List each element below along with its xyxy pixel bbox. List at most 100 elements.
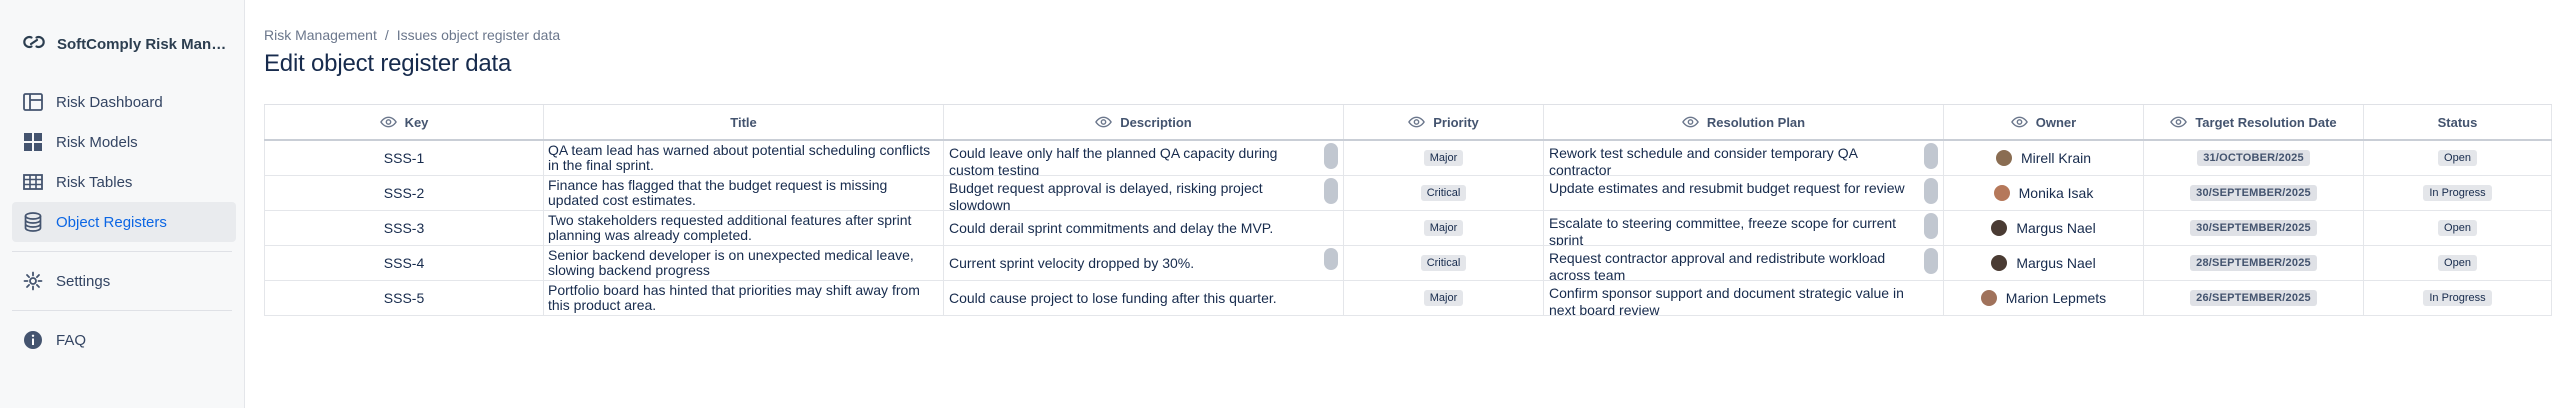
cell-target-date[interactable]: 31/OCTOBER/2025 [2144, 141, 2364, 175]
cell-resolution-plan[interactable]: Update estimates and resubmit budget req… [1544, 176, 1944, 210]
owner-name: Monika Isak [2018, 185, 2094, 201]
cell-status[interactable]: Open [2364, 141, 2552, 175]
resolution-text: Escalate to steering committee, freeze s… [1549, 215, 1897, 245]
priority-lozenge: Critical [1420, 255, 1467, 271]
sidebar-item-label: Object Registers [56, 213, 167, 231]
eye-icon[interactable] [379, 116, 397, 128]
cell-status[interactable]: Open [2364, 246, 2552, 280]
description-scrollbar[interactable] [1324, 143, 1338, 169]
cell-key[interactable]: SSS-2 [264, 176, 544, 210]
grid-icon [22, 131, 44, 153]
column-header-target-resolution-date[interactable]: Target Resolution Date [2144, 105, 2364, 139]
resolution-scrollbar[interactable] [1924, 143, 1938, 169]
breadcrumb-root-link[interactable]: Risk Management [264, 27, 377, 43]
eye-icon[interactable] [1095, 116, 1113, 128]
key-text: SSS-1 [383, 150, 425, 166]
cell-owner[interactable]: Marion Lepmets [1944, 281, 2144, 315]
cell-title[interactable]: QA team lead has warned about potential … [544, 141, 944, 175]
cell-priority[interactable]: Major [1344, 211, 1544, 245]
cell-status[interactable]: In Progress [2364, 281, 2552, 315]
app-brand[interactable]: SoftComply Risk Mana... [0, 30, 244, 58]
cell-description[interactable]: Could leave only half the planned QA cap… [944, 141, 1344, 175]
database-icon [22, 211, 44, 233]
date-lozenge: 31/OCTOBER/2025 [2197, 150, 2310, 166]
sidebar-item-label: Settings [56, 272, 111, 290]
cell-key[interactable]: SSS-4 [264, 246, 544, 280]
owner-name: Margus Nael [2016, 255, 2096, 271]
owner-name: Margus Nael [2016, 220, 2096, 236]
grid-header-row: Key Title Description Priority Resolutio… [264, 105, 2552, 141]
cell-title[interactable]: Two stakeholders requested additional fe… [544, 211, 944, 245]
cell-target-date[interactable]: 30/SEPTEMBER/2025 [2144, 176, 2364, 210]
column-header-label: Target Resolution Date [2195, 114, 2337, 130]
table-row[interactable]: SSS-1 QA team lead has warned about pote… [264, 141, 2552, 176]
resolution-scrollbar[interactable] [1924, 248, 1938, 274]
cell-priority[interactable]: Critical [1344, 176, 1544, 210]
cell-description[interactable]: Could derail sprint commitments and dela… [944, 211, 1344, 245]
title-text: Two stakeholders requested additional fe… [548, 212, 912, 243]
column-header-label: Priority [1433, 114, 1479, 130]
table-row[interactable]: SSS-3 Two stakeholders requested additio… [264, 211, 2552, 246]
cell-priority[interactable]: Major [1344, 141, 1544, 175]
register-data-grid: Key Title Description Priority Resolutio… [264, 104, 2552, 316]
priority-lozenge: Major [1423, 290, 1464, 306]
cell-owner[interactable]: Margus Nael [1944, 211, 2144, 245]
column-header-key[interactable]: Key [264, 105, 544, 139]
column-header-owner[interactable]: Owner [1944, 105, 2144, 139]
cell-resolution-plan[interactable]: Confirm sponsor support and document str… [1544, 281, 1944, 315]
cell-description[interactable]: Current sprint velocity dropped by 30%. [944, 246, 1344, 280]
cell-status[interactable]: In Progress [2364, 176, 2552, 210]
resolution-scrollbar[interactable] [1924, 213, 1938, 239]
title-text: Portfolio board has hinted that prioriti… [548, 282, 920, 313]
sidebar-item-faq[interactable]: FAQ [12, 320, 236, 360]
eye-icon[interactable] [1408, 116, 1426, 128]
cell-target-date[interactable]: 28/SEPTEMBER/2025 [2144, 246, 2364, 280]
sidebar-item-risk-tables[interactable]: Risk Tables [12, 162, 236, 202]
eye-icon[interactable] [2170, 116, 2188, 128]
column-header-priority[interactable]: Priority [1344, 105, 1544, 139]
cell-priority[interactable]: Critical [1344, 246, 1544, 280]
table-row[interactable]: SSS-4 Senior backend developer is on une… [264, 246, 2552, 281]
cell-key[interactable]: SSS-3 [264, 211, 544, 245]
cell-key[interactable]: SSS-5 [264, 281, 544, 315]
key-text: SSS-3 [383, 220, 425, 236]
cell-status[interactable]: Open [2364, 211, 2552, 245]
resolution-scrollbar[interactable] [1924, 178, 1938, 204]
cell-priority[interactable]: Major [1344, 281, 1544, 315]
table-row[interactable]: SSS-5 Portfolio board has hinted that pr… [264, 281, 2552, 316]
eye-icon[interactable] [2010, 116, 2028, 128]
description-text: Current sprint velocity dropped by 30%. [949, 255, 1195, 271]
sidebar-item-settings[interactable]: Settings [12, 261, 236, 301]
cell-owner[interactable]: Mirell Krain [1944, 141, 2144, 175]
cell-target-date[interactable]: 30/SEPTEMBER/2025 [2144, 211, 2364, 245]
cell-resolution-plan[interactable]: Escalate to steering committee, freeze s… [1544, 211, 1944, 245]
sidebar-item-object-registers[interactable]: Object Registers [12, 202, 236, 242]
table-row[interactable]: SSS-2 Finance has flagged that the budge… [264, 176, 2552, 211]
cell-resolution-plan[interactable]: Request contractor approval and redistri… [1544, 246, 1944, 280]
column-header-resolution-plan[interactable]: Resolution Plan [1544, 105, 1944, 139]
dashboard-icon [22, 91, 44, 113]
description-scrollbar[interactable] [1324, 178, 1338, 204]
cell-key[interactable]: SSS-1 [264, 141, 544, 175]
cell-owner[interactable]: Monika Isak [1944, 176, 2144, 210]
app-name: SoftComply Risk Mana... [57, 35, 232, 53]
table-icon [22, 171, 44, 193]
column-header-description[interactable]: Description [944, 105, 1344, 139]
column-header-status[interactable]: Status [2364, 105, 2552, 139]
cell-title[interactable]: Portfolio board has hinted that prioriti… [544, 281, 944, 315]
cell-target-date[interactable]: 26/SEPTEMBER/2025 [2144, 281, 2364, 315]
description-text: Could cause project to lose funding afte… [949, 290, 1277, 306]
eye-icon[interactable] [1681, 116, 1699, 128]
cell-owner[interactable]: Margus Nael [1944, 246, 2144, 280]
column-header-title[interactable]: Title [544, 105, 944, 139]
cell-description[interactable]: Budget request approval is delayed, risk… [944, 176, 1344, 210]
cell-description[interactable]: Could cause project to lose funding afte… [944, 281, 1344, 315]
cell-title[interactable]: Senior backend developer is on unexpecte… [544, 246, 944, 280]
breadcrumb-current-link[interactable]: Issues object register data [397, 27, 560, 43]
cell-resolution-plan[interactable]: Rework test schedule and consider tempor… [1544, 141, 1944, 175]
description-scrollbar[interactable] [1324, 248, 1338, 270]
cell-title[interactable]: Finance has flagged that the budget requ… [544, 176, 944, 210]
sidebar-item-risk-dashboard[interactable]: Risk Dashboard [12, 82, 236, 122]
priority-lozenge: Major [1423, 220, 1464, 236]
sidebar-item-risk-models[interactable]: Risk Models [12, 122, 236, 162]
